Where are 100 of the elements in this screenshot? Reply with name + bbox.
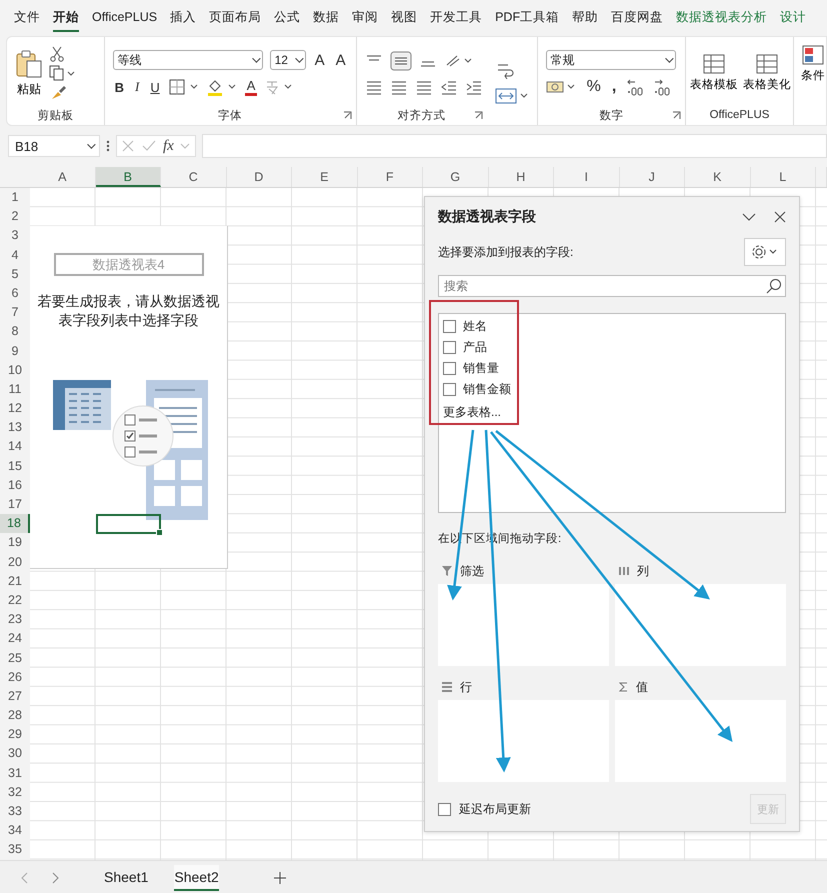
formula-input-field[interactable]	[202, 134, 827, 158]
table-icon[interactable]	[756, 54, 778, 74]
column-header[interactable]: C	[161, 167, 226, 187]
row-header[interactable]: 23	[0, 610, 30, 630]
column-header[interactable]: B	[96, 167, 161, 187]
checkbox[interactable]	[443, 362, 456, 374]
row-header[interactable]: 10	[0, 360, 30, 380]
row-header[interactable]: 27	[0, 686, 30, 706]
row-header[interactable]: 20	[0, 552, 30, 572]
more-tables-link[interactable]: 更多表格...	[443, 404, 502, 421]
selected-cell[interactable]	[96, 514, 161, 534]
insert-function-button[interactable]: fx	[163, 138, 174, 154]
comma-style-button[interactable]: ,	[610, 78, 618, 96]
row-header[interactable]: 5	[0, 264, 30, 284]
menu-tab[interactable]: 开始	[53, 4, 79, 32]
column-header[interactable]: J	[620, 167, 685, 187]
chevron-right-icon[interactable]	[50, 872, 60, 884]
column-header[interactable]: I	[554, 167, 620, 187]
borders-icon[interactable]	[168, 79, 199, 95]
menu-tab[interactable]: 帮助	[572, 4, 598, 32]
table-icon[interactable]	[703, 54, 725, 74]
name-box[interactable]: B18	[8, 135, 100, 157]
field-label[interactable]: 产品	[463, 338, 487, 356]
row-header[interactable]: 2	[0, 207, 30, 226]
menu-tab[interactable]: 设计	[780, 4, 806, 32]
column-header[interactable]: G	[423, 167, 488, 187]
column-header[interactable]: F	[358, 167, 423, 187]
row-header[interactable]: 28	[0, 706, 30, 726]
row-header[interactable]: 21	[0, 572, 30, 591]
align-middle-icon[interactable]	[390, 51, 412, 71]
row-header[interactable]: 8	[0, 322, 30, 342]
row-header[interactable]: 26	[0, 668, 30, 687]
row-header[interactable]: 9	[0, 342, 30, 361]
row-header[interactable]: 16	[0, 476, 30, 495]
bold-button[interactable]: B	[112, 80, 126, 94]
row-header[interactable]: 3	[0, 226, 30, 246]
gear-icon[interactable]	[751, 244, 779, 260]
sheet-tab[interactable]: Sheet2	[174, 864, 219, 890]
defer-update-label[interactable]: 延迟布局更新	[459, 800, 742, 818]
plus-icon[interactable]	[274, 872, 286, 884]
number-format-field[interactable]: 常规	[546, 50, 676, 70]
underline-button[interactable]: U	[148, 80, 162, 94]
percent-button[interactable]: %	[584, 78, 603, 96]
column-header[interactable]: E	[292, 167, 358, 187]
font-size-field[interactable]: 12	[270, 50, 306, 70]
increase-indent-icon[interactable]	[464, 79, 483, 95]
drop-area[interactable]	[438, 584, 609, 666]
menu-tab[interactable]: PDF工具箱	[495, 4, 560, 32]
field-label[interactable]: 销售金额	[463, 380, 511, 398]
italic-button[interactable]: I	[132, 79, 142, 95]
row-header[interactable]: 19	[0, 533, 30, 553]
paste-button[interactable]: 粘贴	[15, 48, 43, 98]
menu-tab[interactable]: 公式	[274, 4, 300, 32]
row-header[interactable]: 30	[0, 744, 30, 764]
row-header[interactable]: 17	[0, 495, 30, 514]
checkbox[interactable]	[443, 382, 456, 396]
row-header[interactable]: 25	[0, 648, 30, 668]
menu-tab[interactable]: OfficePLUS	[92, 6, 158, 30]
menu-tab[interactable]: 插入	[170, 4, 196, 32]
column-header[interactable]: K	[685, 167, 750, 187]
menu-tab[interactable]: 视图	[391, 4, 418, 32]
chevron-down-icon[interactable]	[742, 212, 756, 222]
field-label[interactable]: 姓名	[463, 318, 487, 334]
decrease-indent-icon[interactable]	[440, 79, 458, 95]
menu-tab[interactable]: 数据透视表分析	[676, 4, 768, 32]
align-icon[interactable]	[414, 79, 433, 95]
row-header[interactable]: 13	[0, 418, 30, 438]
font-color-button[interactable]: A	[244, 78, 258, 96]
row-header[interactable]: 29	[0, 725, 30, 744]
drop-area[interactable]	[615, 584, 786, 666]
table-style-button[interactable]: 表格模板	[689, 54, 739, 92]
check-icon[interactable]	[141, 139, 157, 153]
sheet-tab[interactable]: Sheet1	[104, 864, 148, 890]
menu-tab[interactable]: 文件	[14, 4, 40, 32]
row-header[interactable]: 35	[0, 840, 30, 860]
column-header[interactable]: D	[226, 167, 292, 187]
menu-tab[interactable]: 数据	[313, 4, 340, 32]
row-header[interactable]: 14	[0, 437, 30, 457]
grow-font-button[interactable]: A	[312, 52, 327, 68]
search-field[interactable]: 搜索	[438, 275, 786, 297]
grid-icon[interactable]	[802, 45, 824, 65]
row-header[interactable]: 24	[0, 629, 30, 648]
menu-tab[interactable]: 审阅	[352, 4, 378, 32]
column-header[interactable]: H	[488, 167, 554, 187]
checkbox[interactable]	[443, 320, 456, 332]
decrease-decimal-icon[interactable]	[652, 78, 672, 96]
row-header[interactable]: 18	[0, 514, 30, 534]
row-header[interactable]: 11	[0, 380, 30, 400]
column-header[interactable]: L	[750, 167, 816, 187]
align-icon[interactable]	[390, 79, 408, 95]
row-header[interactable]: 6	[0, 284, 30, 304]
row-header[interactable]: 34	[0, 821, 30, 840]
menu-tab[interactable]: 页面布局	[209, 4, 262, 32]
row-header[interactable]: 33	[0, 802, 30, 822]
conditional-format-button[interactable]: 条件	[800, 45, 826, 83]
close-icon[interactable]	[774, 211, 786, 223]
font-name-field[interactable]: 等线	[112, 50, 263, 70]
row-header[interactable]: 15	[0, 456, 30, 476]
dialog-launcher-icon[interactable]	[342, 111, 352, 120]
merge-icon[interactable]	[494, 87, 529, 105]
